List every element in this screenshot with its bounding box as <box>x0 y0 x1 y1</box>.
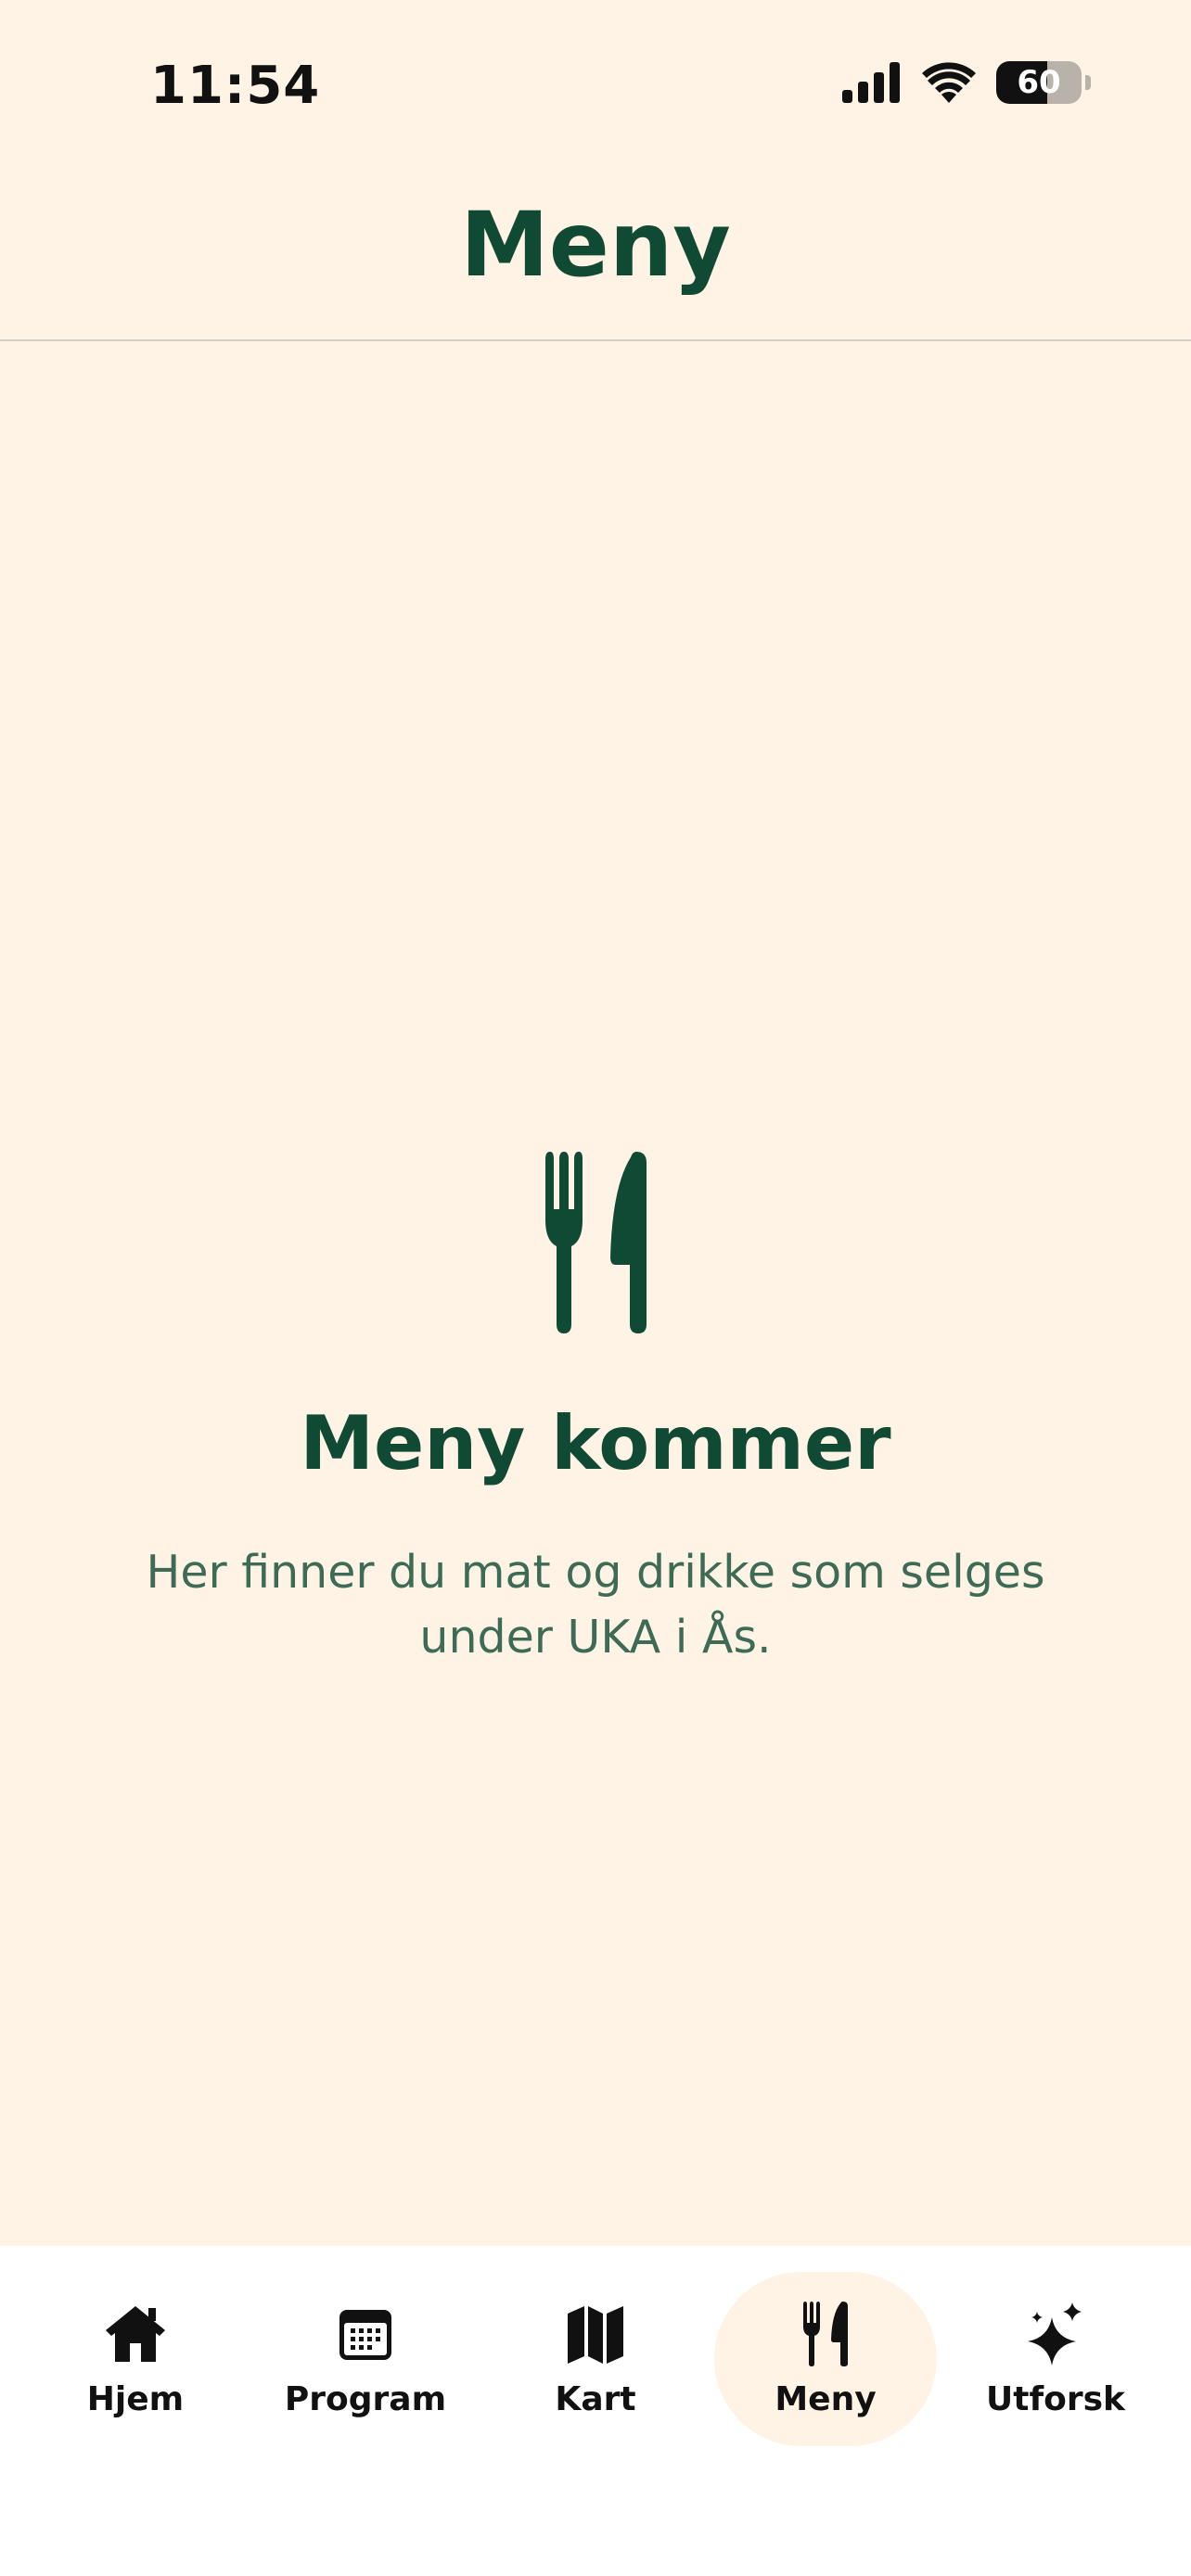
menu-screen: 11:54 60 Meny Meny kommer Her finner du … <box>0 0 1191 2576</box>
home-icon <box>106 2305 165 2362</box>
tab-program[interactable]: Program <box>254 2272 477 2446</box>
fork-knife-icon <box>803 2301 848 2366</box>
tab-kart[interactable]: Kart <box>484 2272 707 2446</box>
tab-label-kart: Kart <box>555 2379 636 2418</box>
status-bar: 11:54 60 <box>0 0 1191 158</box>
empty-state: Meny kommer Her finner du mat og drikke … <box>0 1150 1191 1670</box>
empty-state-description: Her finner du mat og drikke som selges u… <box>146 1546 1045 1664</box>
wifi-icon <box>922 62 976 103</box>
tab-hjem[interactable]: Hjem <box>24 2272 247 2446</box>
tab-label-hjem: Hjem <box>86 2379 185 2418</box>
page-header: Meny <box>0 158 1191 341</box>
empty-state-title: Meny kommer <box>300 1400 891 1486</box>
status-icons: 60 <box>842 61 1091 104</box>
status-time: 11:54 <box>150 56 321 116</box>
fork-knife-icon <box>545 1152 647 1333</box>
tab-label-program: Program <box>284 2379 447 2418</box>
map-icon <box>568 2305 623 2364</box>
battery-nub <box>1085 75 1091 90</box>
tab-utforsk[interactable]: Utforsk <box>944 2272 1167 2446</box>
tab-meny[interactable]: Meny <box>714 2272 937 2446</box>
tab-label-meny: Meny <box>775 2379 877 2418</box>
sparkles-icon <box>1028 2302 1082 2366</box>
tab-label-utforsk: Utforsk <box>986 2379 1125 2418</box>
battery-indicator: 60 <box>996 61 1082 104</box>
page-title: Meny <box>460 193 731 297</box>
tab-bar: Hjem Program Kart Meny Utforsk <box>0 2246 1191 2576</box>
cellular-signal-icon <box>842 62 900 103</box>
battery-level: 60 <box>1017 64 1061 101</box>
calendar-icon <box>339 2309 391 2360</box>
